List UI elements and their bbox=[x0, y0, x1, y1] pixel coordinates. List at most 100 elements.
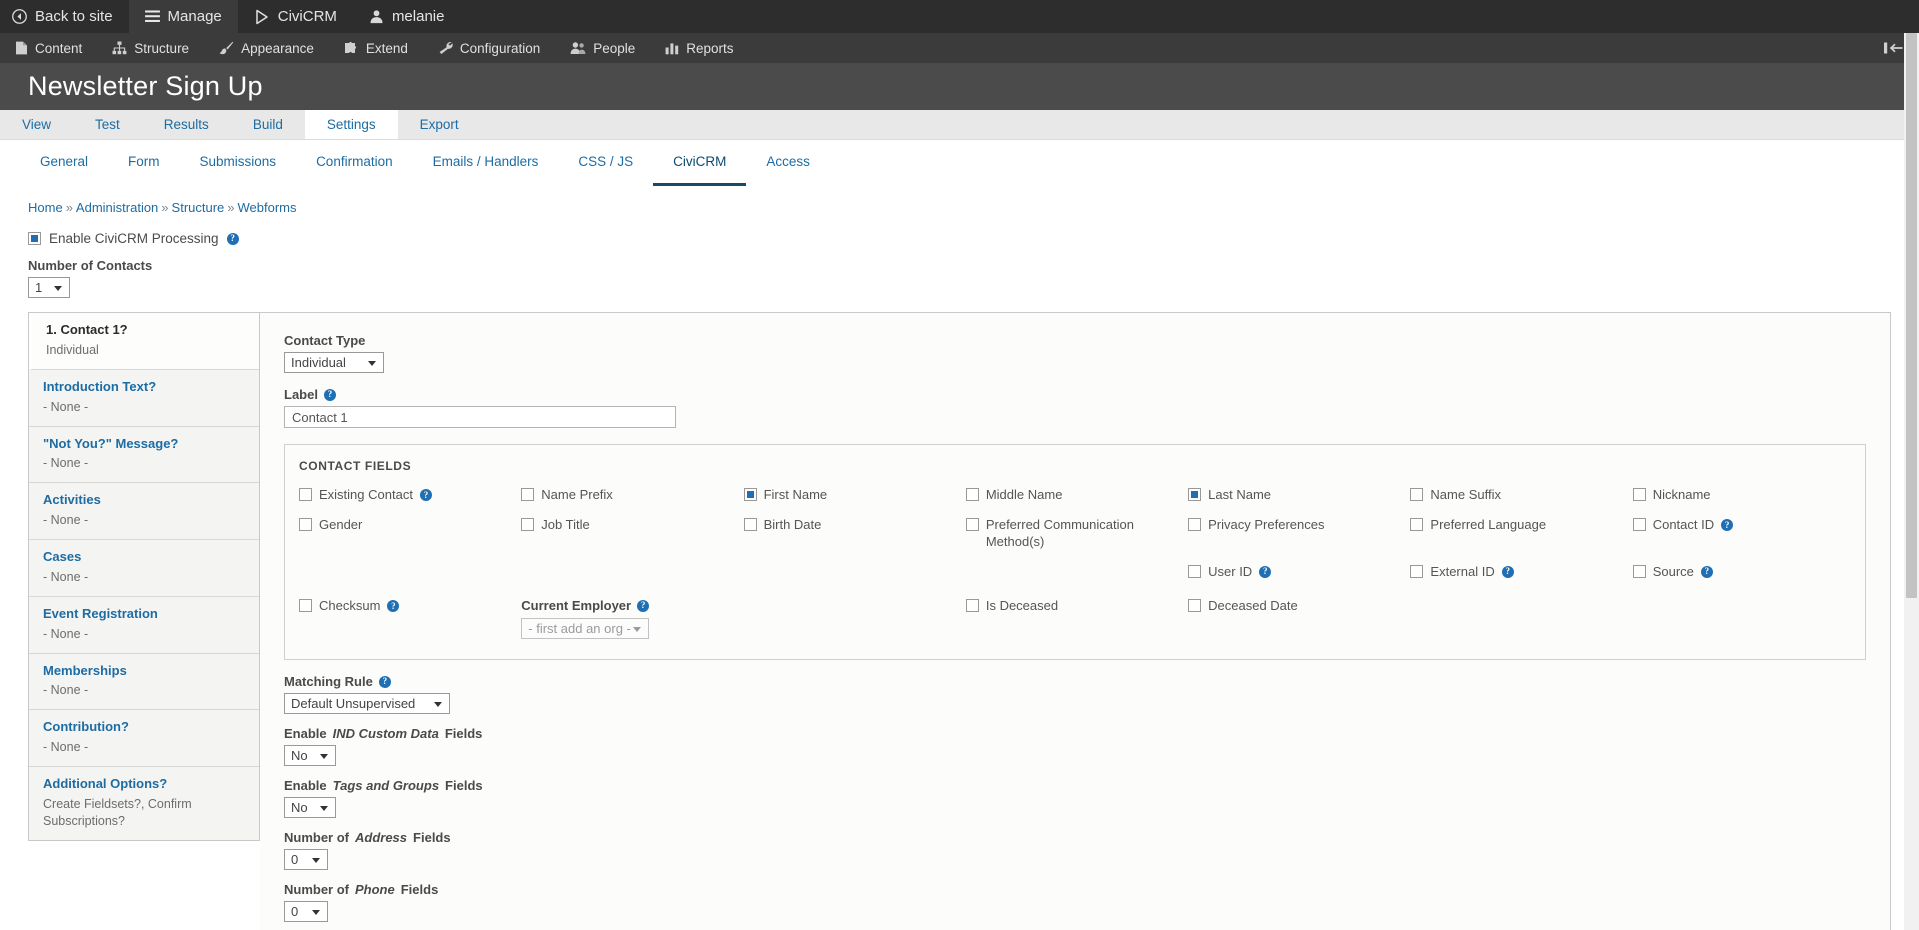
breadcrumb-item-administration[interactable]: Administration bbox=[76, 200, 158, 215]
tab-build[interactable]: Build bbox=[231, 110, 305, 139]
tray-item-extend[interactable]: Extend bbox=[329, 33, 423, 63]
tray-item-structure[interactable]: Structure bbox=[97, 33, 204, 63]
field-gender[interactable]: Gender bbox=[299, 517, 517, 550]
tray-item-content[interactable]: Content bbox=[0, 33, 97, 63]
checkbox[interactable] bbox=[1632, 488, 1646, 501]
tray-item-appearance[interactable]: Appearance bbox=[204, 33, 329, 63]
tab-export[interactable]: Export bbox=[398, 110, 481, 139]
enable-ind-custom-data-select[interactable]: No bbox=[284, 745, 336, 766]
checkbox[interactable] bbox=[299, 599, 312, 612]
sidebar-item-activities[interactable]: Activities - None - bbox=[29, 483, 259, 541]
checkbox[interactable] bbox=[743, 518, 757, 532]
tab-civicrm[interactable]: CiviCRM bbox=[653, 140, 747, 186]
field-preferred-language[interactable]: Preferred Language bbox=[1410, 517, 1628, 550]
checkbox[interactable] bbox=[1188, 564, 1202, 578]
tab-settings[interactable]: Settings bbox=[304, 110, 398, 139]
breadcrumb-item-webforms[interactable]: Webforms bbox=[238, 200, 297, 215]
contact-type-select[interactable]: Individual bbox=[284, 352, 384, 373]
toolbar-tab-civicrm[interactable]: CiviCRM bbox=[238, 0, 353, 33]
checkbox[interactable] bbox=[1188, 518, 1202, 532]
enable-tags-groups-select[interactable]: No bbox=[284, 797, 336, 818]
field-contact-id[interactable]: Contact ID ? bbox=[1632, 517, 1851, 550]
field-deceased-date[interactable]: Deceased Date bbox=[1188, 598, 1406, 614]
field-privacy-preferences[interactable]: Privacy Preferences bbox=[1188, 517, 1406, 550]
checkbox[interactable] bbox=[1410, 564, 1424, 578]
field-birth-date[interactable]: Birth Date bbox=[743, 517, 962, 550]
sidebar-item-contact-1[interactable]: 1. Contact 1? Individual bbox=[29, 313, 259, 370]
field-job-title[interactable]: Job Title bbox=[521, 517, 739, 550]
checkbox[interactable] bbox=[743, 488, 757, 501]
matching-rule-select[interactable]: Default Unsupervised bbox=[284, 693, 450, 714]
checkbox[interactable] bbox=[1410, 518, 1424, 532]
help-icon[interactable]: ? bbox=[1259, 565, 1272, 578]
field-name-suffix[interactable]: Name Suffix bbox=[1410, 487, 1628, 503]
checkbox[interactable] bbox=[521, 518, 535, 532]
toolbar-tab-manage[interactable]: Manage bbox=[128, 0, 238, 33]
help-icon[interactable]: ? bbox=[1700, 565, 1713, 578]
help-icon[interactable]: ? bbox=[637, 599, 650, 612]
field-checksum[interactable]: Checksum ? bbox=[299, 598, 517, 614]
checkbox[interactable] bbox=[299, 518, 312, 532]
tab-general[interactable]: General bbox=[20, 140, 108, 186]
collapse-toolbar-button[interactable] bbox=[1883, 33, 1905, 63]
checkbox[interactable] bbox=[1632, 564, 1646, 578]
number-of-address-fields-select[interactable]: 0 bbox=[284, 849, 328, 870]
tray-item-people[interactable]: People bbox=[555, 33, 650, 63]
help-icon[interactable]: ? bbox=[1501, 565, 1514, 578]
checkbox[interactable] bbox=[521, 488, 535, 501]
breadcrumb-item-structure[interactable]: Structure bbox=[172, 200, 225, 215]
field-name-prefix[interactable]: Name Prefix bbox=[521, 487, 739, 503]
checkbox[interactable] bbox=[1188, 488, 1202, 501]
checkbox[interactable] bbox=[965, 599, 979, 612]
tray-item-configuration[interactable]: Configuration bbox=[423, 33, 555, 63]
help-icon[interactable]: ? bbox=[378, 675, 391, 688]
checkbox[interactable] bbox=[1410, 488, 1424, 501]
toolbar-tab-back-to-site[interactable]: Back to site bbox=[0, 0, 129, 33]
checkbox[interactable] bbox=[965, 518, 979, 532]
help-icon[interactable]: ? bbox=[1721, 519, 1734, 532]
tab-access[interactable]: Access bbox=[746, 140, 830, 186]
field-source[interactable]: Source ? bbox=[1632, 564, 1851, 580]
tab-confirmation[interactable]: Confirmation bbox=[296, 140, 413, 186]
sidebar-item-event-registration[interactable]: Event Registration - None - bbox=[29, 597, 259, 654]
label-input[interactable] bbox=[284, 406, 676, 428]
tab-submissions[interactable]: Submissions bbox=[180, 140, 297, 186]
field-middle-name[interactable]: Middle Name bbox=[965, 487, 1184, 503]
checkbox[interactable] bbox=[965, 488, 979, 501]
toolbar-tab-user[interactable]: melanie bbox=[353, 0, 461, 33]
sidebar-item-memberships[interactable]: Memberships - None - bbox=[29, 654, 259, 711]
sidebar-item-introduction-text[interactable]: Introduction Text? - None - bbox=[29, 370, 259, 427]
field-last-name[interactable]: Last Name bbox=[1188, 487, 1406, 503]
checkbox[interactable] bbox=[1188, 599, 1202, 612]
sidebar-item-cases[interactable]: Cases - None - bbox=[29, 540, 259, 597]
tab-test[interactable]: Test bbox=[73, 110, 142, 139]
field-preferred-communication-methods[interactable]: Preferred Communication Method(s) bbox=[965, 517, 1184, 550]
field-nickname[interactable]: Nickname bbox=[1632, 487, 1851, 503]
checkbox[interactable] bbox=[299, 488, 312, 501]
field-external-id[interactable]: External ID ? bbox=[1410, 564, 1628, 580]
tab-view[interactable]: View bbox=[0, 110, 73, 139]
breadcrumb-item-home[interactable]: Home bbox=[28, 200, 63, 215]
help-icon[interactable]: ? bbox=[419, 489, 432, 501]
tab-results[interactable]: Results bbox=[142, 110, 231, 139]
tab-css-js[interactable]: CSS / JS bbox=[558, 140, 653, 186]
page-scrollbar-thumb[interactable] bbox=[1906, 33, 1917, 598]
tab-form[interactable]: Form bbox=[108, 140, 180, 186]
number-of-phone-fields-select[interactable]: 0 bbox=[284, 901, 328, 922]
help-icon[interactable]: ? bbox=[226, 232, 239, 245]
help-icon[interactable]: ? bbox=[323, 388, 336, 401]
help-icon[interactable]: ? bbox=[387, 600, 400, 612]
field-first-name[interactable]: First Name bbox=[743, 487, 962, 503]
sidebar-item-not-you-message[interactable]: "Not You?" Message? - None - bbox=[29, 427, 259, 484]
field-is-deceased[interactable]: Is Deceased bbox=[965, 598, 1184, 614]
checkbox[interactable] bbox=[1632, 518, 1646, 532]
tab-emails-handlers[interactable]: Emails / Handlers bbox=[413, 140, 559, 186]
enable-civicrm-processing-checkbox[interactable] bbox=[28, 232, 41, 245]
tray-item-reports[interactable]: Reports bbox=[650, 33, 748, 63]
page-scrollbar[interactable] bbox=[1904, 33, 1919, 930]
number-of-contacts-select[interactable]: 1 bbox=[28, 277, 70, 298]
field-user-id[interactable]: User ID ? bbox=[1188, 564, 1406, 580]
field-existing-contact[interactable]: Existing Contact ? bbox=[299, 487, 517, 503]
sidebar-item-contribution[interactable]: Contribution? - None - bbox=[29, 710, 259, 768]
sidebar-item-additional-options[interactable]: Additional Options? Create Fieldsets?, C… bbox=[29, 767, 259, 840]
